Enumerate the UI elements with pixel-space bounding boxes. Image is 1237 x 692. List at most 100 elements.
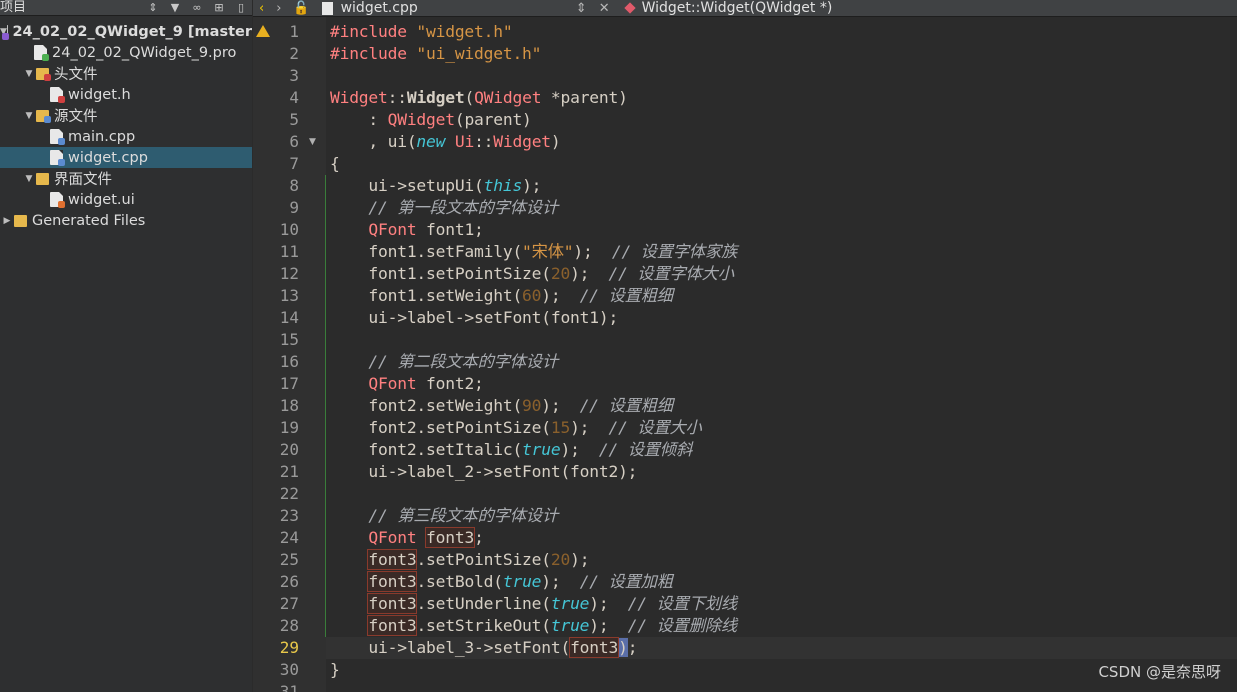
split-icon[interactable]: ⊞ xyxy=(208,1,230,14)
code-token: // 设置加粗 xyxy=(579,572,673,591)
tree-item[interactable]: ▶ Generated Files xyxy=(0,210,252,231)
back-icon[interactable]: ‹ xyxy=(253,1,270,16)
open-documents-combo[interactable]: widget.cpp ⇕ ✕ xyxy=(316,0,616,16)
line-number: 16 xyxy=(279,352,299,371)
header-file-icon xyxy=(50,87,65,103)
code-token: true xyxy=(550,616,590,635)
code-line: font3.setUnderline(true); // 设置下划线 xyxy=(330,593,737,615)
tree-item-label: 界面文件 xyxy=(54,172,112,188)
line-number: 19 xyxy=(279,418,299,437)
code-token: // 设置字体家族 xyxy=(611,242,738,261)
code-token: 60 xyxy=(522,286,542,305)
tree-item[interactable]: 24_02_02_QWidget_9.pro xyxy=(0,42,252,63)
lock-icon: 🔓 xyxy=(293,0,310,16)
project-panel-title: 项目 xyxy=(0,0,27,15)
expand-arrow-icon[interactable]: ▼ xyxy=(22,111,36,121)
tree-item[interactable]: ▼ 界面文件 xyxy=(0,168,252,189)
project-panel: 项目 ⇕ ▼ ∞ ⊞ ▯ ▼ 24_02_02_QWidget_9 [master… xyxy=(0,0,252,692)
line-number: 15 xyxy=(279,330,299,349)
code-editor[interactable]: #include "widget.h" #include "ui_widget.h… xyxy=(326,17,1237,692)
sources-folder-icon xyxy=(36,109,51,123)
code-token: (parent) xyxy=(454,110,532,129)
code-token: ); xyxy=(522,176,542,195)
code-token: ; xyxy=(474,528,484,547)
code-token: *parent) xyxy=(541,88,628,107)
cpp-file-icon xyxy=(50,129,65,145)
code-token: QWidget xyxy=(474,88,542,107)
code-line: font3.setStrikeOut(true); // 设置删除线 xyxy=(330,615,737,637)
collapse-arrow-icon[interactable]: ▶ xyxy=(0,216,14,226)
expand-arrow-icon[interactable]: ▼ xyxy=(22,69,36,79)
tree-item-label: 头文件 xyxy=(54,67,98,83)
tree-item[interactable]: main.cpp xyxy=(0,126,252,147)
code-token: font2; xyxy=(416,374,484,393)
tree-item[interactable]: ▼ 24_02_02_QWidget_9 [master xyxy=(0,21,252,42)
line-number: 6 xyxy=(289,132,299,151)
code-token: // 设置删除线 xyxy=(627,616,737,635)
code-token: this xyxy=(483,176,523,195)
code-token: Widget xyxy=(493,132,551,151)
close-file-icon[interactable]: ✕ xyxy=(593,1,616,16)
code-token: 20 xyxy=(550,550,571,569)
line-number: 22 xyxy=(279,484,299,503)
code-line: #include "ui_widget.h" xyxy=(330,43,541,65)
code-token: ui->label_3->setFont( xyxy=(330,638,571,657)
view-select-icon[interactable]: ⇕ xyxy=(142,1,164,14)
code-line: font1.setWeight(60); // 设置粗细 xyxy=(330,285,673,307)
code-token: Ui xyxy=(454,132,475,151)
tree-item[interactable]: widget.h xyxy=(0,84,252,105)
code-token: font3 xyxy=(367,593,418,614)
code-token: font2.setWeight( xyxy=(330,396,523,415)
line-number: 29 xyxy=(279,638,299,657)
line-number: 20 xyxy=(279,440,299,459)
code-line: #include "widget.h" xyxy=(330,21,513,43)
code-line: font3.setPointSize(20); xyxy=(330,549,590,571)
code-token: Widget xyxy=(330,88,388,107)
line-number: 13 xyxy=(279,286,299,305)
code-token: font3 xyxy=(425,527,476,548)
code-token: // 设置大小 xyxy=(608,418,702,437)
code-token: 20 xyxy=(550,264,571,283)
code-token: ); xyxy=(541,396,580,415)
tree-item-label: 源文件 xyxy=(54,109,98,125)
forward-icon[interactable]: › xyxy=(270,1,287,16)
tree-item[interactable]: ▼ 源文件 xyxy=(0,105,252,126)
tree-item[interactable]: widget.ui xyxy=(0,189,252,210)
code-token: font3 xyxy=(569,637,620,658)
current-function-name: Widget::Widget(QWidget *) xyxy=(641,0,833,16)
code-line: Widget::Widget(QWidget *parent) xyxy=(330,87,628,109)
folder-icon xyxy=(14,214,27,227)
line-number: 14 xyxy=(279,308,299,327)
code-token: :: xyxy=(474,132,494,151)
current-file-name: widget.cpp xyxy=(340,0,418,16)
tree-item-label: widget.cpp xyxy=(68,149,148,166)
tree-item[interactable]: ▼ 头文件 xyxy=(0,63,252,84)
chevron-updown-icon[interactable]: ⇕ xyxy=(570,1,593,16)
code-token: ); xyxy=(541,572,580,591)
expand-arrow-icon[interactable]: ▼ xyxy=(22,174,36,184)
symbol-combo[interactable]: Widget::Widget(QWidget *) xyxy=(616,0,833,16)
line-number-gutter[interactable]: ▼ 1 2 3 4 5 6 7 8 9 10 11 12 13 14 15 16 17 18 19 20 21 22 23 24… xyxy=(253,17,327,692)
code-line: QFont font1; xyxy=(330,219,483,241)
headers-folder-icon xyxy=(36,67,51,81)
code-token: new xyxy=(416,132,446,151)
code-token: font1.setWeight( xyxy=(330,286,523,305)
close-pane-icon[interactable]: ▯ xyxy=(230,1,252,14)
line-number: 12 xyxy=(279,264,299,283)
code-line: font2.setWeight(90); // 设置粗细 xyxy=(330,395,673,417)
line-number: 25 xyxy=(279,550,299,569)
fold-arrow-icon[interactable]: ▼ xyxy=(309,137,316,147)
filter-icon[interactable]: ▼ xyxy=(164,1,186,14)
code-line: font2.setPointSize(15); // 设置大小 xyxy=(330,417,702,439)
tree-item-label: main.cpp xyxy=(68,128,136,145)
code-token: "宋体" xyxy=(522,242,574,261)
tree-item[interactable]: widget.cpp xyxy=(0,147,252,168)
code-line: } xyxy=(330,659,340,681)
link-icon[interactable]: ∞ xyxy=(186,1,208,14)
line-number: 17 xyxy=(279,374,299,393)
code-token: ; xyxy=(627,638,638,657)
